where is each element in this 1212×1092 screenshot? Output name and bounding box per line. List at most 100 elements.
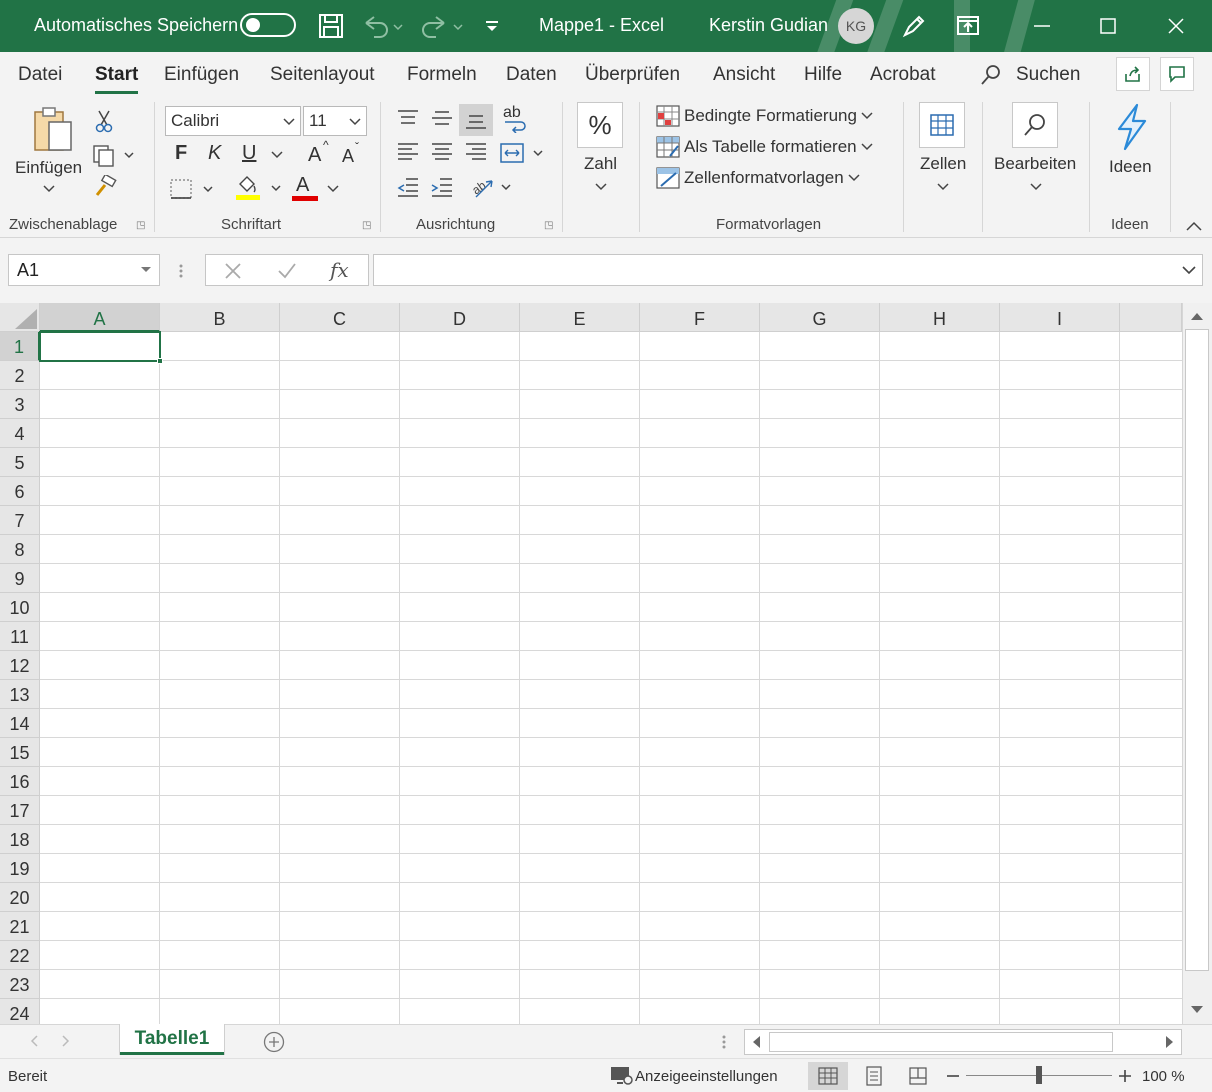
zoom-level[interactable]: 100 % [1142,1068,1185,1085]
row-header[interactable]: 22 [0,941,40,970]
borders-icon[interactable] [168,176,222,202]
name-box[interactable]: A1 [8,254,160,286]
tab-start[interactable]: Start [95,64,139,94]
fill-handle[interactable] [157,358,163,364]
shrink-font-button[interactable]: A [342,146,354,167]
editing-search-icon[interactable] [1012,102,1058,148]
editing-label[interactable]: Bearbeiten [994,154,1076,174]
number-label[interactable]: Zahl [584,154,617,174]
row-header[interactable]: 8 [0,535,40,564]
sheet-prev-icon[interactable] [26,1033,42,1049]
align-middle-icon[interactable] [428,106,456,130]
search-label[interactable]: Suchen [1016,64,1080,86]
row-header[interactable]: 3 [0,390,40,419]
paste-icon[interactable] [30,106,76,156]
align-left-icon[interactable] [394,140,422,164]
row-header[interactable]: 4 [0,419,40,448]
column-header-partial[interactable] [1120,303,1182,332]
insert-function-button[interactable]: fx [330,258,349,282]
orientation-icon[interactable]: ab [470,174,516,200]
align-center-icon[interactable] [428,140,456,164]
row-header[interactable]: 11 [0,622,40,651]
display-settings-label[interactable]: Anzeigeeinstellungen [635,1068,778,1085]
font-launcher-icon[interactable]: ◳ [362,220,371,231]
sheet-tab-tabelle1[interactable]: Tabelle1 [120,1024,224,1055]
search-icon[interactable] [978,62,1004,88]
save-icon[interactable] [317,12,345,40]
tab-hilfe[interactable]: Hilfe [804,64,842,86]
sheet-next-icon[interactable] [58,1033,74,1049]
cancel-entry-icon[interactable] [222,261,244,281]
font-color-dropdown-icon[interactable] [324,182,342,196]
row-header[interactable]: 2 [0,361,40,390]
horizontal-scroll-thumb[interactable] [769,1032,1113,1052]
formula-bar-grip-icon[interactable] [174,262,188,280]
copy-icon[interactable] [90,142,138,168]
column-header[interactable]: G [760,303,880,332]
fill-color-icon[interactable] [234,174,288,202]
tab-daten[interactable]: Daten [506,64,557,86]
page-break-view-button[interactable] [898,1062,938,1090]
merge-center-icon[interactable] [498,140,548,166]
font-name-select[interactable]: Calibri [165,106,301,136]
avatar[interactable]: KG [838,8,874,44]
column-header[interactable]: C [280,303,400,332]
row-header[interactable]: 10 [0,593,40,622]
conditional-formatting-button[interactable]: Bedingte Formatierung [656,105,873,127]
increase-indent-icon[interactable] [428,174,456,200]
ideas-label[interactable]: Ideen [1109,157,1152,177]
tab-seitenlayout[interactable]: Seitenlayout [270,64,375,86]
tab-ueberpruefen[interactable]: Überprüfen [585,64,680,86]
collapse-ribbon-icon[interactable] [1184,218,1204,234]
paste-label[interactable]: Einfügen [15,158,82,178]
tab-split-grip-icon[interactable] [718,1033,730,1051]
tab-datei[interactable]: Datei [18,64,62,86]
cells-label[interactable]: Zellen [920,154,966,174]
row-header[interactable]: 24 [0,999,40,1024]
decrease-indent-icon[interactable] [394,174,422,200]
row-header[interactable]: 19 [0,854,40,883]
worksheet-grid[interactable]: ABCDEFGHI 1 2 3 4 5 6 7 8 9 10 11 12 13 14 15 16 17 18 19 2… [0,303,1182,1024]
column-header[interactable]: B [160,303,280,332]
close-icon[interactable] [1162,12,1190,40]
display-settings-icon[interactable] [608,1063,634,1087]
horizontal-scrollbar[interactable] [744,1029,1182,1055]
row-header[interactable]: 23 [0,970,40,999]
cell-area[interactable] [40,332,1182,1024]
row-header[interactable]: 5 [0,448,40,477]
align-bottom-icon[interactable] [459,104,493,136]
column-header[interactable]: H [880,303,1000,332]
row-header[interactable]: 13 [0,680,40,709]
tab-acrobat[interactable]: Acrobat [870,64,935,86]
scroll-up-icon[interactable] [1187,307,1207,325]
format-as-table-button[interactable]: Als Tabelle formatieren [656,136,873,158]
format-painter-icon[interactable] [92,174,118,200]
cell-styles-button[interactable]: Zellenformatvorlagen [656,167,860,189]
column-header[interactable]: I [1000,303,1120,332]
scroll-left-icon[interactable] [749,1034,763,1050]
editing-dropdown-icon[interactable] [1027,180,1045,194]
column-header[interactable]: D [400,303,520,332]
column-header[interactable]: A [40,303,160,332]
number-dropdown-icon[interactable] [592,180,610,194]
tab-formeln[interactable]: Formeln [407,64,477,86]
tab-ansicht[interactable]: Ansicht [713,64,775,86]
row-header[interactable]: 21 [0,912,40,941]
confirm-entry-icon[interactable] [276,261,298,281]
vertical-scroll-thumb[interactable] [1185,329,1209,971]
row-header[interactable]: 18 [0,825,40,854]
row-header[interactable]: 15 [0,738,40,767]
maximize-icon[interactable] [1094,12,1122,40]
cells-dropdown-icon[interactable] [934,180,952,194]
tab-einfuegen[interactable]: Einfügen [164,64,239,86]
column-header[interactable]: E [520,303,640,332]
row-header[interactable]: 14 [0,709,40,738]
cells-icon[interactable] [919,102,965,148]
undo-icon[interactable] [360,12,404,40]
add-sheet-icon[interactable] [262,1030,286,1054]
percent-icon[interactable]: % [577,102,623,148]
pen-icon[interactable] [900,12,928,40]
row-header[interactable]: 6 [0,477,40,506]
page-layout-view-button[interactable] [854,1062,894,1090]
row-header[interactable]: 17 [0,796,40,825]
